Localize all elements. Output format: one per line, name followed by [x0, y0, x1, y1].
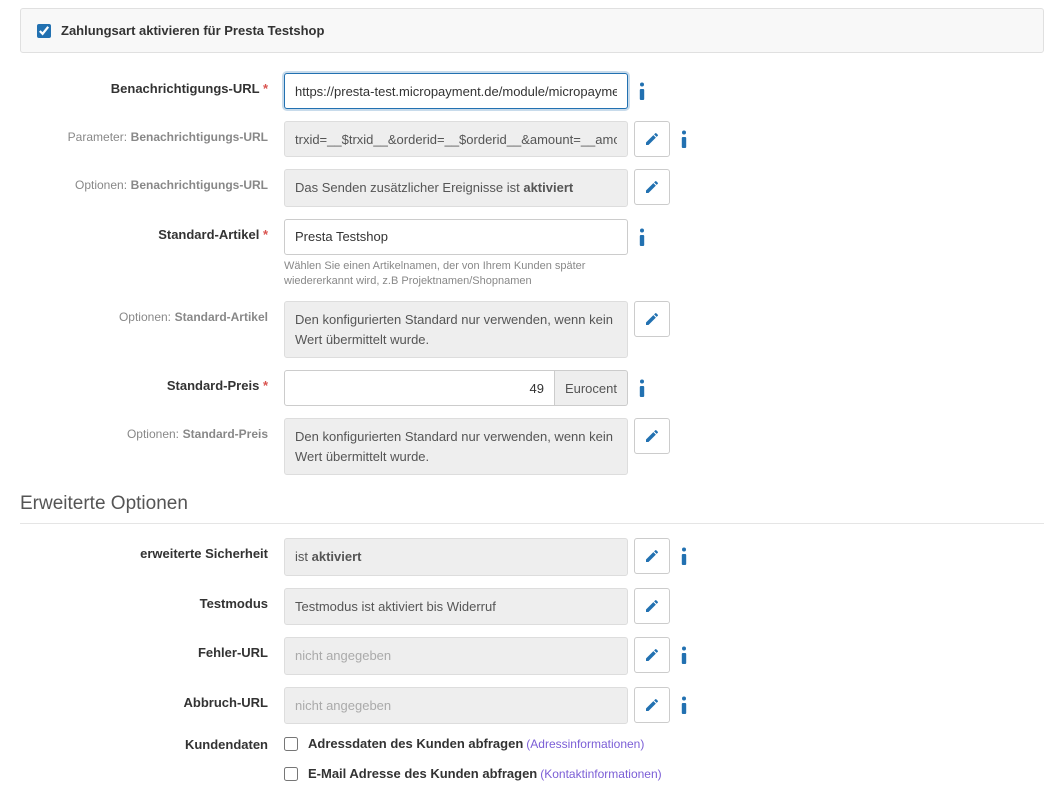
row-error-url: Fehler-URL nicht angegeben [0, 637, 1064, 675]
edit-icon [644, 311, 660, 327]
row-notify-url-options: Optionen: Benachrichtigungs-URL Das Send… [0, 169, 1064, 207]
label-default-price-options: Optionen: Standard-Preis [20, 418, 284, 441]
display-error-url: nicht angegeben [284, 637, 628, 675]
display-security: ist aktiviert [284, 538, 628, 576]
label-customer-data: Kundendaten [20, 736, 284, 752]
info-icon[interactable] [638, 73, 646, 103]
info-icon[interactable] [680, 121, 688, 151]
addon-default-price-unit: Eurocent [555, 370, 628, 406]
info-icon[interactable] [680, 538, 688, 568]
edit-button[interactable] [634, 588, 670, 624]
checkbox-customer-email[interactable] [284, 767, 298, 781]
edit-icon [644, 131, 660, 147]
row-customer-address: Kundendaten Adressdaten des Kunden abfra… [0, 736, 1064, 752]
row-default-article: Standard-Artikel * Wählen Sie einen Arti… [0, 219, 1064, 290]
row-testmode: Testmodus Testmodus ist aktiviert bis Wi… [0, 588, 1064, 626]
edit-icon [644, 697, 660, 713]
section-divider [20, 523, 1044, 524]
edit-button[interactable] [634, 538, 670, 574]
edit-button[interactable] [634, 301, 670, 337]
input-notify-url-params [284, 121, 628, 157]
edit-button[interactable] [634, 637, 670, 673]
label-notify-url: Benachrichtigungs-URL * [20, 73, 284, 96]
edit-button[interactable] [634, 418, 670, 454]
info-icon[interactable] [680, 687, 688, 717]
helper-default-article: Wählen Sie einen Artikelnamen, der von I… [284, 259, 628, 290]
row-default-article-options: Optionen: Standard-Artikel Den konfiguri… [0, 301, 1064, 358]
section-title-extended: Erweiterte Optionen [20, 493, 1044, 515]
edit-icon [644, 179, 660, 195]
info-icon[interactable] [638, 219, 646, 249]
display-default-article-options: Den konfigurierten Standard nur verwende… [284, 301, 628, 358]
display-default-price-options: Den konfigurierten Standard nur verwende… [284, 418, 628, 475]
edit-icon [644, 647, 660, 663]
label-default-article-options: Optionen: Standard-Artikel [20, 301, 284, 324]
cb-hint-address: (Adressinformationen) [526, 737, 644, 751]
checkbox-customer-address[interactable] [284, 737, 298, 751]
input-default-price[interactable] [284, 370, 555, 406]
cb-label-address: Adressdaten des Kunden abfragen [308, 736, 523, 751]
edit-button[interactable] [634, 169, 670, 205]
row-notify-url: Benachrichtigungs-URL * [0, 73, 1064, 109]
row-default-price: Standard-Preis * Eurocent [0, 370, 1064, 406]
activate-checkbox[interactable] [37, 24, 51, 38]
label-testmode: Testmodus [20, 588, 284, 611]
label-security: erweiterte Sicherheit [20, 538, 284, 561]
edit-icon [644, 598, 660, 614]
input-default-article[interactable] [284, 219, 628, 255]
label-cancel-url: Abbruch-URL [20, 687, 284, 710]
label-notify-url-options: Optionen: Benachrichtigungs-URL [20, 169, 284, 192]
edit-button[interactable] [634, 121, 670, 157]
activate-label: Zahlungsart aktivieren für Presta Testsh… [61, 23, 324, 38]
activate-panel: Zahlungsart aktivieren für Presta Testsh… [20, 8, 1044, 53]
display-cancel-url: nicht angegeben [284, 687, 628, 725]
edit-icon [644, 428, 660, 444]
info-icon[interactable] [680, 637, 688, 667]
cb-label-email: E-Mail Adresse des Kunden abfragen [308, 766, 537, 781]
row-notify-url-params: Parameter: Benachrichtigungs-URL [0, 121, 1064, 157]
input-notify-url[interactable] [284, 73, 628, 109]
display-notify-url-options: Das Senden zusätzlicher Ereignisse ist a… [284, 169, 628, 207]
display-testmode: Testmodus ist aktiviert bis Widerruf [284, 588, 628, 626]
edit-button[interactable] [634, 687, 670, 723]
row-customer-email: E-Mail Adresse des Kunden abfragen (Kont… [0, 766, 1064, 781]
label-default-price: Standard-Preis * [20, 370, 284, 393]
edit-icon [644, 548, 660, 564]
label-default-article: Standard-Artikel * [20, 219, 284, 242]
row-default-price-options: Optionen: Standard-Preis Den konfigurier… [0, 418, 1064, 475]
row-security: erweiterte Sicherheit ist aktiviert [0, 538, 1064, 576]
cb-hint-email: (Kontaktinformationen) [540, 767, 661, 781]
info-icon[interactable] [638, 370, 646, 400]
label-error-url: Fehler-URL [20, 637, 284, 660]
label-notify-url-params: Parameter: Benachrichtigungs-URL [20, 121, 284, 144]
row-cancel-url: Abbruch-URL nicht angegeben [0, 687, 1064, 725]
